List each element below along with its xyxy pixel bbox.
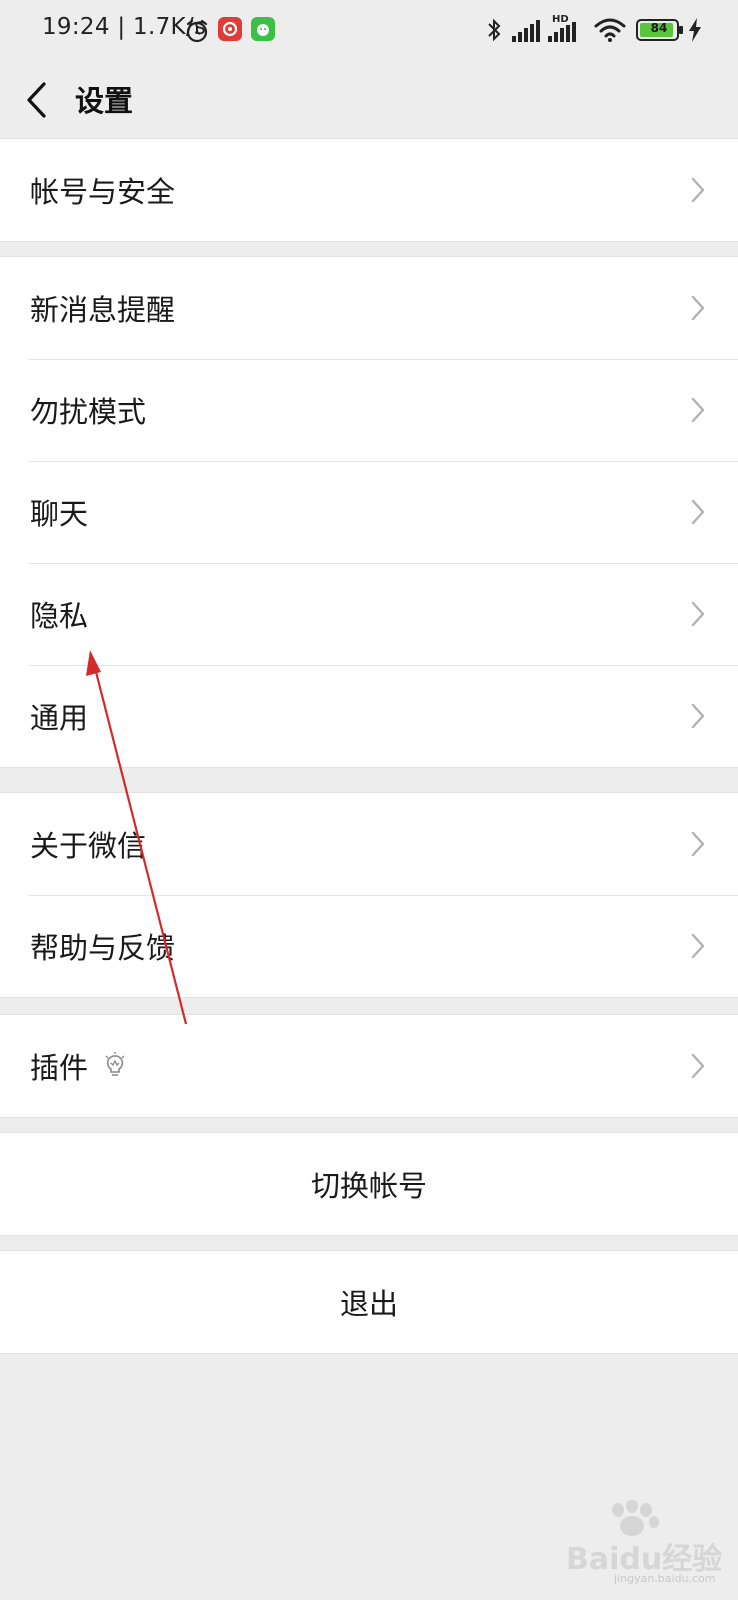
wifi-icon (594, 18, 626, 42)
settings-item-label: 插件 (30, 1051, 89, 1085)
chevron-right-icon (691, 703, 705, 729)
status-time: 19:24 | 1.7K/s (42, 14, 207, 40)
settings-item-label: 帐号与安全 (30, 175, 176, 209)
settings-item-do-not-disturb[interactable]: 勿扰模式 (0, 359, 738, 461)
settings-item-plugins[interactable]: 插件 (0, 1015, 738, 1117)
bluetooth-icon (488, 18, 501, 42)
back-icon[interactable] (24, 80, 48, 120)
cell-signal-1-icon (512, 20, 540, 42)
page-title: 设置 (75, 84, 134, 118)
chevron-right-icon (691, 601, 705, 627)
switch-account-button[interactable]: 切换帐号 (0, 1133, 738, 1235)
switch-account-group: 切换帐号 (0, 1132, 738, 1236)
settings-item-label: 新消息提醒 (30, 293, 176, 327)
settings-item-notifications[interactable]: 新消息提醒 (0, 257, 738, 359)
about-group: 关于微信 帮助与反馈 (0, 792, 738, 998)
logout-button[interactable]: 退出 (0, 1251, 738, 1353)
cell-signal-2-icon (548, 22, 576, 42)
account-group: 帐号与安全 (0, 138, 738, 242)
settings-item-general[interactable]: 通用 (0, 665, 738, 767)
lightbulb-icon (105, 1052, 125, 1076)
music-app-icon (218, 17, 242, 41)
battery-level: 84 (650, 21, 668, 35)
settings-item-label: 聊天 (30, 497, 89, 531)
settings-item-help-feedback[interactable]: 帮助与反馈 (0, 895, 738, 997)
charging-icon (689, 18, 701, 42)
chevron-right-icon (691, 177, 705, 203)
alarm-icon (186, 19, 208, 43)
chat-app-icon (251, 17, 275, 41)
chevron-right-icon (691, 831, 705, 857)
settings-item-privacy[interactable]: 隐私 (0, 563, 738, 665)
settings-item-about[interactable]: 关于微信 (0, 793, 738, 895)
logout-group: 退出 (0, 1250, 738, 1354)
preferences-group: 新消息提醒 勿扰模式 聊天 隐私 通用 (0, 256, 738, 768)
chevron-right-icon (691, 933, 705, 959)
chevron-right-icon (691, 1053, 705, 1079)
chevron-right-icon (691, 295, 705, 321)
status-bar: 19:24 | 1.7K/s HD 84 (0, 0, 738, 62)
chevron-right-icon (691, 499, 705, 525)
watermark-url: jingyan.baidu.com (614, 1572, 716, 1585)
settings-item-label: 关于微信 (30, 829, 147, 863)
chevron-right-icon (691, 397, 705, 423)
logout-label: 退出 (339, 1287, 398, 1321)
settings-item-label: 隐私 (30, 599, 89, 633)
nav-bar: 设置 (0, 62, 738, 138)
plugins-group: 插件 (0, 1014, 738, 1118)
settings-item-label: 勿扰模式 (30, 395, 147, 429)
settings-item-label: 帮助与反馈 (30, 931, 176, 965)
settings-item-label: 通用 (30, 701, 89, 735)
settings-item-chat[interactable]: 聊天 (0, 461, 738, 563)
settings-item-account-security[interactable]: 帐号与安全 (0, 139, 738, 241)
switch-account-label: 切换帐号 (310, 1169, 427, 1203)
